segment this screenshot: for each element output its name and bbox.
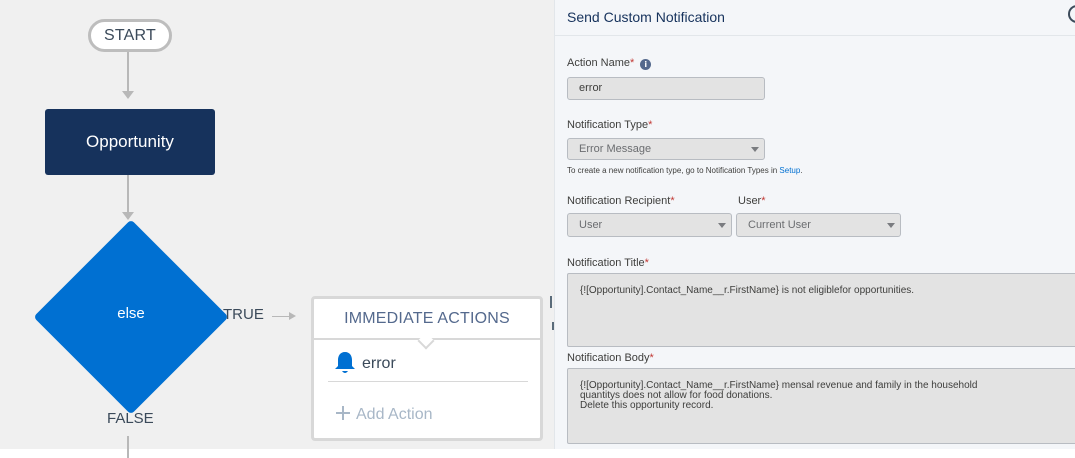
required-marker: * — [761, 195, 766, 207]
chevron-down-icon — [718, 223, 726, 228]
action-name-label-text: Action Name — [567, 57, 630, 69]
connector-object-criteria — [127, 175, 129, 213]
panel-title: Send Custom Notification — [567, 9, 725, 25]
notification-body-textarea[interactable]: {![Opportunity].Contact_Name__r.FirstNam… — [567, 368, 1075, 444]
immediate-actions-card: IMMEDIATE ACTIONS error Add Action — [311, 296, 543, 441]
notification-title-value: {![Opportunity].Contact_Name__r.FirstNam… — [580, 285, 915, 296]
connector-arrow — [122, 91, 134, 99]
required-marker: * — [644, 257, 649, 269]
chevron-down-icon — [751, 147, 759, 152]
user-select[interactable]: Current User — [736, 213, 901, 237]
start-node: START — [88, 19, 172, 52]
notification-body-label: Notification Body* — [567, 352, 654, 364]
action-name-input[interactable]: error — [567, 77, 765, 100]
bell-icon — [335, 352, 355, 373]
notification-type-label-text: Notification Type — [567, 119, 649, 131]
connector-false-branch — [127, 436, 129, 458]
action-name-value: error — [579, 82, 603, 94]
notification-body-line: Delete this opportunity record. — [580, 400, 714, 411]
user-value: Current User — [748, 219, 811, 231]
add-action-button[interactable]: Add Action — [336, 405, 433, 424]
user-label-text: User — [738, 195, 762, 207]
help-text-end: . — [800, 166, 803, 175]
user-label: User* — [738, 195, 766, 207]
required-marker: * — [649, 352, 654, 364]
close-icon[interactable] — [1068, 5, 1075, 23]
plus-icon — [336, 406, 350, 420]
info-icon[interactable]: i — [640, 59, 652, 70]
recipient-select[interactable]: User — [567, 213, 732, 237]
required-marker: * — [670, 195, 675, 207]
immediate-actions-title: IMMEDIATE ACTIONS — [344, 310, 510, 327]
connector-arrow — [122, 212, 134, 220]
recipient-label-text: Notification Recipient — [567, 195, 671, 207]
notification-panel: Send Custom Notification Action Name* i e… — [554, 0, 1075, 449]
help-text: To create a new notification type, go to… — [567, 166, 780, 175]
action-item-label: error — [362, 355, 396, 372]
process-canvas: START Opportunity else TRUE FALSE IMMEDI… — [0, 0, 612, 458]
notification-type-help: To create a new notification type, go to… — [567, 166, 803, 175]
required-marker: * — [629, 57, 635, 69]
notification-title-textarea[interactable]: {![Opportunity].Contact_Name__r.FirstNam… — [567, 273, 1075, 347]
action-name-label: Action Name* i — [567, 57, 652, 70]
notification-type-select[interactable]: Error Message — [567, 138, 765, 160]
criteria-node-label: else — [117, 305, 145, 322]
false-branch-label: FALSE — [107, 410, 154, 427]
notification-type-label: Notification Type* — [567, 119, 652, 131]
notification-body-label-text: Notification Body — [567, 352, 650, 364]
true-branch-label: TRUE — [223, 306, 264, 323]
object-node[interactable]: Opportunity — [45, 109, 215, 175]
required-marker: * — [648, 119, 653, 131]
add-action-label: Add Action — [356, 406, 433, 423]
screenshot-stage: START Opportunity else TRUE FALSE IMMEDI… — [0, 0, 1075, 458]
recipient-label: Notification Recipient* — [567, 195, 675, 207]
connector-start-object — [127, 52, 129, 92]
action-item[interactable]: error — [328, 346, 528, 382]
true-branch-arrow — [289, 312, 296, 320]
recipient-value: User — [579, 219, 603, 231]
truncated-glyph — [550, 296, 552, 308]
notification-title-label-text: Notification Title — [567, 257, 645, 269]
notification-type-value: Error Message — [579, 143, 652, 155]
panel-divider — [555, 35, 1075, 36]
true-branch-connector — [272, 316, 290, 317]
immediate-actions-header: IMMEDIATE ACTIONS — [314, 299, 540, 350]
setup-link[interactable]: Setup — [779, 166, 800, 175]
chevron-down-icon — [887, 223, 895, 228]
notification-title-label: Notification Title* — [567, 257, 649, 269]
